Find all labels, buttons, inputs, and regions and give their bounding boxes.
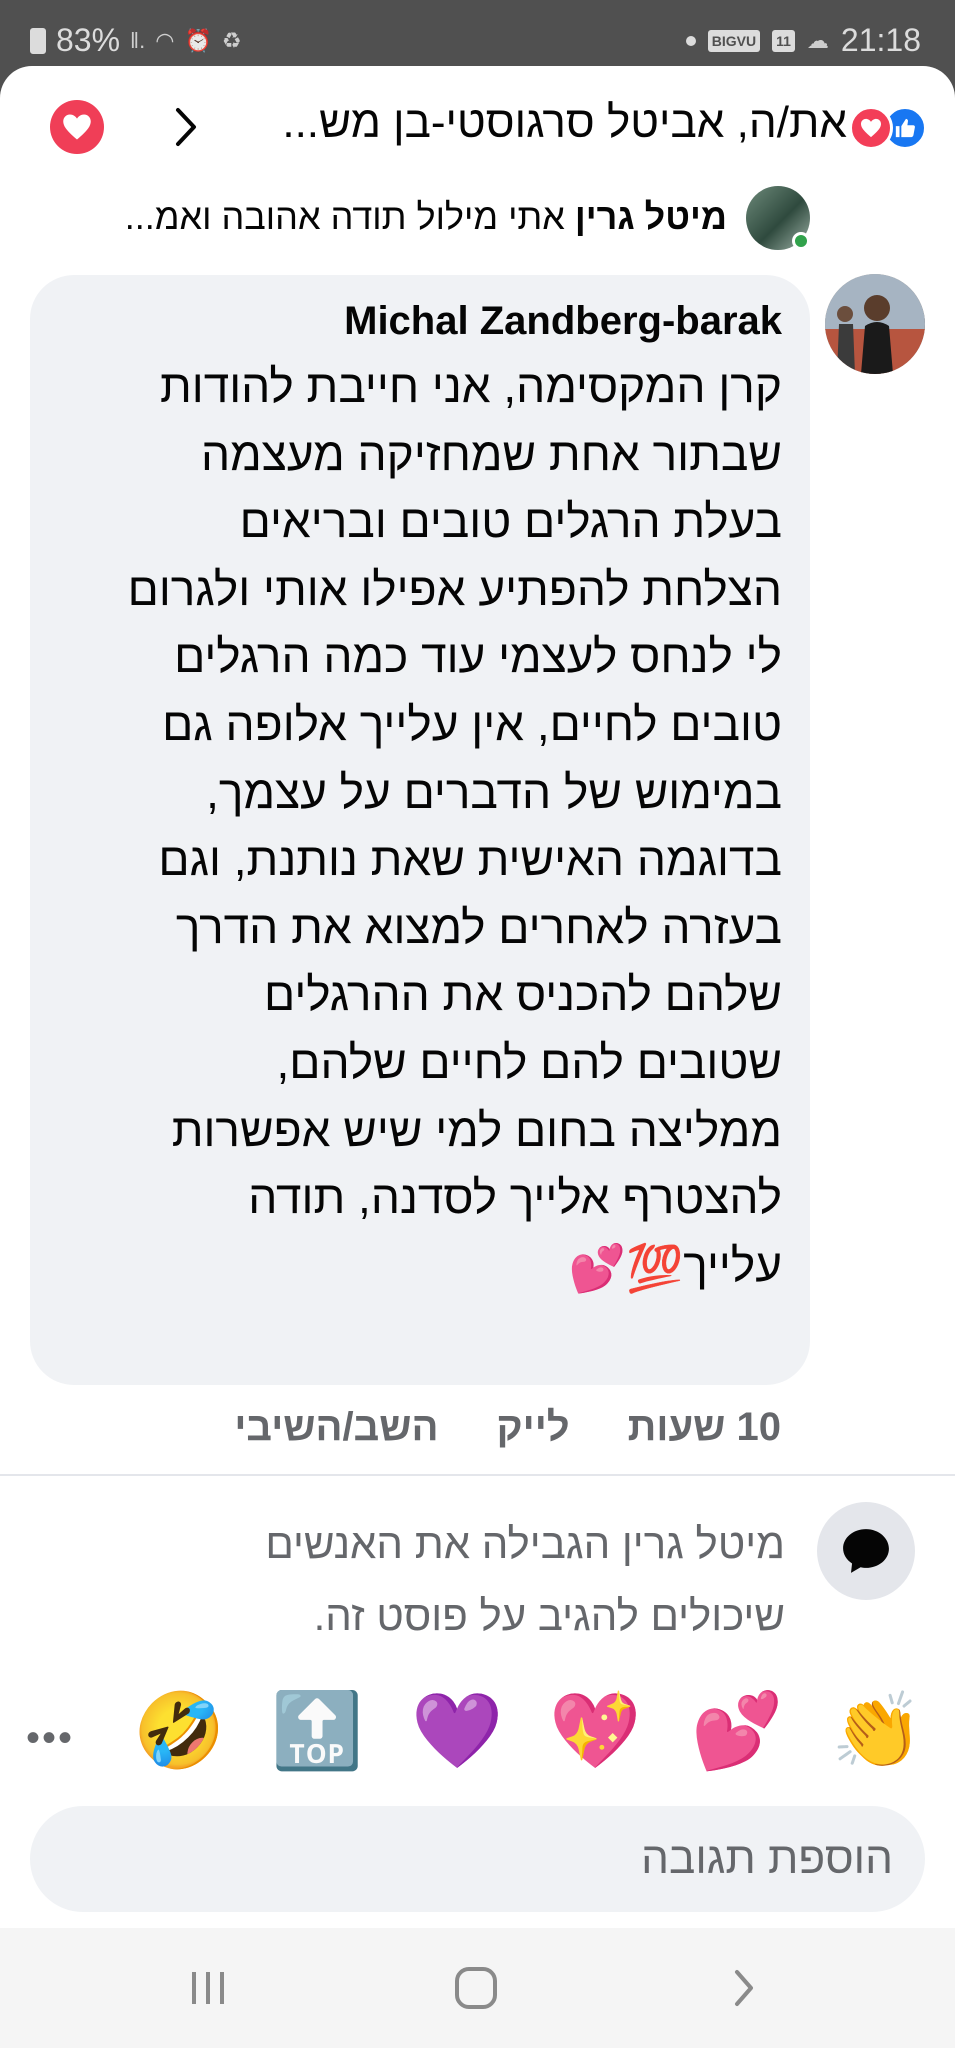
- home-icon[interactable]: [444, 1958, 508, 2018]
- comment-line: שלהם להכניס את ההרגלים: [264, 968, 782, 1021]
- comment-line: לי לנחס לעצמי עוד כמה הרגלים: [174, 630, 782, 683]
- status-left: 83% ‖. ◠ ⏰ ♻: [30, 22, 242, 59]
- love-icon: [849, 106, 893, 150]
- notification-dot-icon: [685, 35, 696, 46]
- cloud-icon: ☁: [806, 27, 829, 53]
- comment-line: טובים לחיים, אין עלייך אלופה גם: [162, 697, 782, 750]
- post-preview[interactable]: מיטל גרין אתי מילול תודה אהובה ואמ...: [0, 182, 955, 252]
- back-icon[interactable]: [712, 1958, 776, 2018]
- post-snippet: אתי מילול תודה אהובה ואמ...: [124, 196, 565, 237]
- comment-last-line: עלייך💯💕: [42, 1232, 782, 1303]
- post-author-avatar[interactable]: [746, 186, 810, 250]
- rolling-laughing-icon[interactable]: 🤣: [133, 1688, 225, 1774]
- comment-limit-notice: מיטל גרין הגבילה את האנשים שיכולים להגיב…: [145, 1508, 785, 1652]
- comment-line: במימוש של הדברים על עצמך,: [206, 765, 782, 818]
- status-right: BIGVU 11 ☁ 21:18: [685, 22, 921, 59]
- post-author-name[interactable]: מיטל גרין: [575, 196, 727, 237]
- limit-notice-line: מיטל גרין הגבילה את האנשים: [265, 1520, 785, 1567]
- comment-line: הצלחת להפתיע אפילו אותי ולגרום: [127, 562, 782, 615]
- battery-percent: 83%: [56, 22, 121, 58]
- online-status-icon: [792, 232, 810, 250]
- clock: 21:18: [840, 22, 921, 58]
- comment-line: בעזרה לאחרים למצוא את הדרך: [175, 900, 782, 953]
- clapping-hands-icon[interactable]: 👏: [831, 1688, 923, 1774]
- reply-input[interactable]: [93, 1826, 893, 1892]
- commenter-photo: [825, 274, 925, 374]
- reaction-summary[interactable]: [845, 106, 927, 150]
- comment-bubble-icon: [817, 1502, 915, 1600]
- love-reaction-button[interactable]: [50, 100, 104, 154]
- sparkling-heart-icon[interactable]: 💖: [549, 1688, 641, 1774]
- comment-line: להצטרף אלייך לסדנה, תודה: [248, 1171, 782, 1224]
- signal-icon: ‖.: [130, 27, 146, 53]
- recycle-icon: ♻: [221, 27, 242, 53]
- commenter-avatar[interactable]: [825, 274, 925, 374]
- comment-line: עלייך: [683, 1238, 782, 1291]
- like-button[interactable]: לייק: [497, 1405, 570, 1450]
- comment-line: שטובים להם לחיים שלהם,: [276, 1035, 782, 1088]
- comment-author[interactable]: Michal Zandberg-barak: [344, 299, 782, 344]
- two-hearts-icon[interactable]: 💕: [691, 1688, 783, 1774]
- comment-line: בדוגמה האישית שאת נותנת, וגם: [158, 833, 782, 886]
- comment-line: קרן המקסימה, אני חייבת להודות: [159, 360, 782, 412]
- chevron-right-icon[interactable]: [170, 102, 200, 152]
- post-preview-text: מיטל גרין אתי מילול תודה אהובה ואמ...: [125, 196, 727, 238]
- hundred-points-icon: 💯: [626, 1241, 684, 1294]
- reactions-title[interactable]: את/ה, אביטל סרגוסטי-בן מש...: [282, 98, 847, 148]
- two-hearts-icon: 💕: [568, 1241, 627, 1294]
- divider: [0, 1474, 955, 1476]
- top-arrow-icon[interactable]: 🔝: [271, 1688, 363, 1774]
- quick-reaction-row: ••• 🤣 🔝 💜 💖 💕 👏: [0, 1688, 955, 1778]
- reply-input-container[interactable]: [30, 1806, 925, 1912]
- comment-line: בעלת הרגלים טובים ובריאים: [239, 495, 782, 548]
- comment-timestamp[interactable]: 10 שעות: [628, 1405, 781, 1450]
- recent-apps-icon[interactable]: [176, 1958, 240, 2018]
- purple-heart-icon[interactable]: 💜: [411, 1688, 503, 1774]
- battery-icon: [30, 27, 46, 54]
- limit-notice-line: שיכולים להגיב על פוסט זה.: [313, 1592, 785, 1639]
- comment-line: ממליצה בחום למי שיש אפשרות: [171, 1103, 782, 1156]
- sheet-header: את/ה, אביטל סרגוסטי-בן מש...: [0, 88, 955, 168]
- alarm-icon: ⏰: [184, 27, 212, 53]
- status-bar: 83% ‖. ◠ ⏰ ♻ BIGVU 11 ☁ 21:18: [0, 0, 955, 72]
- system-nav-bar: [0, 1928, 955, 2048]
- wifi-icon: ◠: [155, 27, 175, 53]
- reply-button[interactable]: השב/השיבי: [234, 1405, 438, 1450]
- comment-bubble[interactable]: Michal Zandberg-barak קרן המקסימה, אני ח…: [30, 275, 810, 1385]
- heart-icon: [63, 114, 91, 140]
- bigvu-icon: BIGVU: [707, 29, 761, 52]
- calendar-icon: 11: [772, 29, 795, 52]
- more-options-icon[interactable]: •••: [26, 1716, 74, 1761]
- comment-actions: 10 שעות לייק השב/השיבי: [234, 1405, 781, 1450]
- comment-body: קרן המקסימה, אני חייבת להודות שבתור אחת …: [42, 353, 782, 1302]
- comment-line: שבתור אחת שמחזיקה מעצמה: [201, 427, 782, 480]
